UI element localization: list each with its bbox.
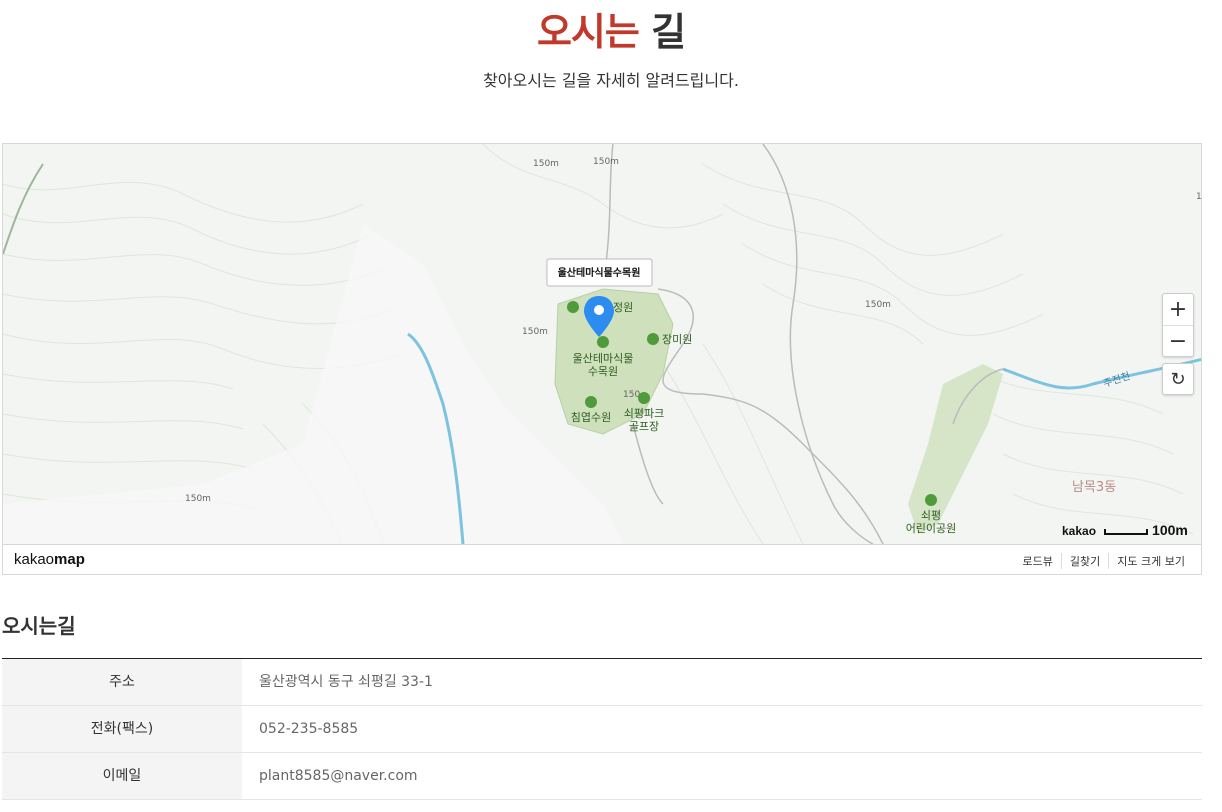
zoom-out-button[interactable]: −	[1163, 325, 1193, 356]
elevation-label: 150m	[533, 159, 559, 169]
phone-value: 052-235-8585	[259, 721, 359, 737]
map-poi-label: 정원	[613, 301, 633, 314]
info-table: 주소 울산광역시 동구 쇠평길 33-1 전화(팩스) 052-235-8585…	[2, 658, 1202, 800]
table-row: 주소 울산광역시 동구 쇠평길 33-1	[2, 659, 1202, 706]
email-label: 이메일	[2, 753, 242, 799]
roadview-link[interactable]: 로드뷰	[1015, 553, 1061, 569]
map-poi-label: 장미원	[662, 333, 692, 346]
map-poi-label: 골프장	[629, 420, 659, 433]
zoom-control: + −	[1162, 293, 1194, 357]
elevation-label: 150m	[865, 300, 891, 310]
map-canvas[interactable]: 150m 150m 150m 150m 150m 150 15 정원 장미원 울…	[3, 144, 1202, 544]
table-row: 이메일 plant8585@naver.com	[2, 753, 1202, 800]
scale-distance: 100m	[1152, 522, 1188, 538]
page-title-accent: 오시는	[536, 10, 640, 54]
section-title: 오시는길	[2, 614, 76, 638]
reset-map-button[interactable]: ↻	[1162, 363, 1194, 395]
map-container[interactable]: 150m 150m 150m 150m 150m 150 15 정원 장미원 울…	[2, 143, 1202, 575]
elevation-label: 150m	[185, 494, 211, 504]
page-title: 오시는 길	[0, 8, 1222, 56]
address-label: 주소	[2, 659, 242, 705]
directions-info-section: 오시는길 주소 울산광역시 동구 쇠평길 33-1 전화(팩스) 052-235…	[2, 612, 1202, 800]
phone-label: 전화(팩스)	[2, 706, 242, 752]
svg-text:울산테마식물수목원: 울산테마식물수목원	[558, 266, 641, 279]
page-title-rest: 길	[651, 10, 686, 54]
kakaomap-logo[interactable]: kakaomap	[14, 551, 85, 568]
elevation-label: 150m	[593, 157, 619, 167]
table-row: 전화(팩스) 052-235-8585	[2, 706, 1202, 753]
scale-brand: kakao	[1062, 524, 1097, 538]
scale-bar	[1104, 529, 1149, 535]
elevation-label: 15	[1196, 192, 1202, 202]
map-footer: kakaomap 로드뷰 길찾기 지도 크게 보기	[3, 544, 1201, 574]
elevation-label: 150	[623, 390, 640, 400]
page-subtitle: 찾아오시는 길을 자세히 알려드립니다.	[483, 71, 739, 90]
district-label: 남목3동	[1072, 480, 1116, 495]
directions-link[interactable]: 길찾기	[1060, 553, 1108, 569]
map-poi-label: 쇠평파크	[624, 407, 664, 420]
map-marker-label: 울산테마식물수목원	[546, 258, 653, 287]
map-poi-label: 울산테마식물	[573, 352, 634, 365]
map-footer-links: 로드뷰 길찾기 지도 크게 보기	[1015, 553, 1193, 569]
map-scale: kakao 100m	[1062, 522, 1188, 538]
elevation-label: 150m	[522, 327, 548, 337]
map-poi-label: 수목원	[588, 365, 618, 378]
map-poi-label: 쇠평	[921, 509, 941, 522]
map-poi-label: 어린이공원	[906, 522, 957, 535]
map-poi-label: 침엽수원	[571, 411, 611, 424]
large-map-link[interactable]: 지도 크게 보기	[1108, 553, 1193, 569]
zoom-in-button[interactable]: +	[1163, 294, 1193, 325]
address-value: 울산광역시 동구 쇠평길 33-1	[259, 674, 433, 690]
email-value: plant8585@naver.com	[259, 768, 418, 784]
